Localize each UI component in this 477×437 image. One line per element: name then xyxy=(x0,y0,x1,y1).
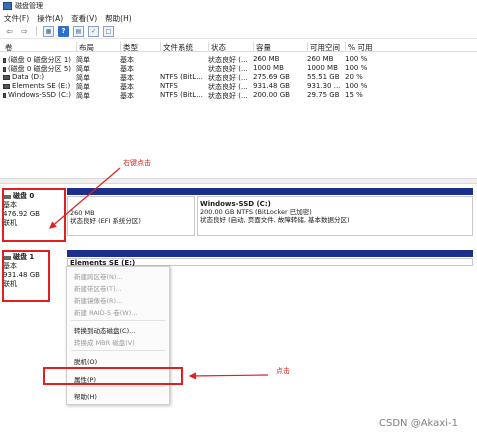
watermark: CSDN @Akaxi-1 xyxy=(379,418,458,429)
arrow-click xyxy=(188,372,269,380)
annotation-arrows xyxy=(49,167,269,380)
arrow-right-click xyxy=(49,167,121,229)
